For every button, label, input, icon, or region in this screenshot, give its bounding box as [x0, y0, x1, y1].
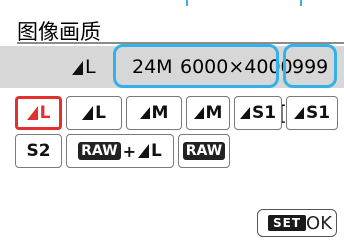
option-raw[interactable]: RAW: [178, 134, 230, 168]
image-quality-screen: 图像画质 L 24M 6000×4000 [ 999 L L M M S1 S1…: [0, 0, 344, 240]
raw-badge: RAW: [78, 142, 121, 160]
callout-box-shots: [283, 44, 337, 88]
option-small1-normal[interactable]: S1: [286, 96, 338, 130]
normal-quality-icon: [82, 106, 94, 120]
normal-quality-icon: [293, 107, 304, 119]
option-medium-fine[interactable]: M: [126, 96, 182, 130]
option-small1-fine[interactable]: S1: [234, 96, 282, 130]
set-key-label: SET: [268, 215, 307, 231]
set-ok-button[interactable]: SET OK: [257, 209, 337, 237]
option-large-normal[interactable]: L: [66, 96, 122, 130]
option-medium-normal[interactable]: M: [186, 96, 230, 130]
fine-quality-icon: [72, 61, 83, 75]
fine-quality-icon: [139, 107, 150, 119]
option-small2[interactable]: S2: [15, 134, 62, 168]
fine-quality-icon: [138, 144, 149, 158]
normal-quality-icon: [193, 107, 204, 119]
current-quality: L: [72, 46, 96, 88]
fine-quality-icon: [239, 107, 250, 119]
fine-quality-icon: [26, 106, 38, 120]
option-large-fine[interactable]: L: [15, 96, 62, 130]
raw-badge: RAW: [182, 142, 226, 160]
ok-label: OK: [306, 212, 333, 234]
callout-box-resolution: [113, 44, 279, 88]
option-raw-plus-large[interactable]: RAW + L: [66, 134, 174, 168]
header: 图像画质: [0, 6, 344, 46]
